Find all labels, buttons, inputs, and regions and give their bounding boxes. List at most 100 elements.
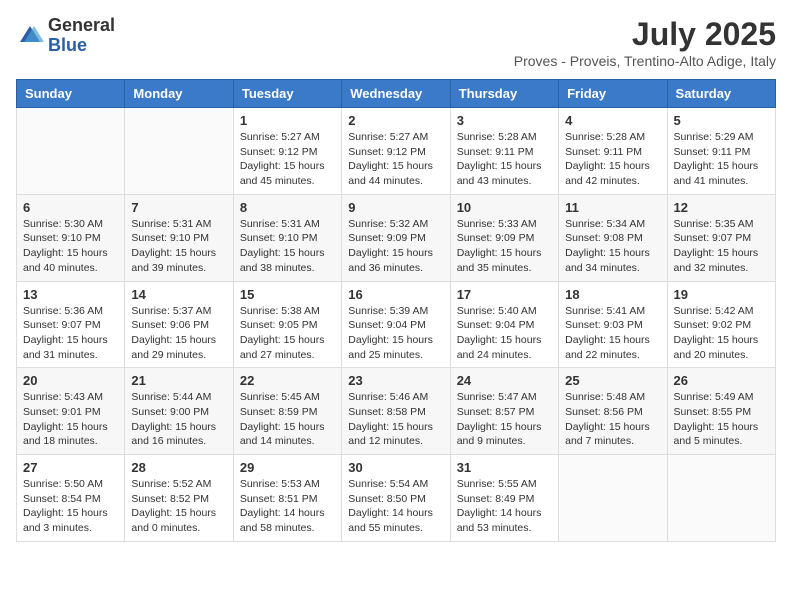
day-number: 6 — [23, 200, 118, 215]
weekday-header-friday: Friday — [559, 80, 667, 108]
day-number: 2 — [348, 113, 443, 128]
calendar-week-row: 20 Sunrise: 5:43 AM Sunset: 9:01 PM Dayli… — [17, 368, 776, 455]
day-number: 26 — [674, 373, 769, 388]
day-number: 1 — [240, 113, 335, 128]
weekday-header-row: SundayMondayTuesdayWednesdayThursdayFrid… — [17, 80, 776, 108]
calendar-cell: 19 Sunrise: 5:42 AM Sunset: 9:02 PM Dayli… — [667, 281, 775, 368]
day-info: Sunrise: 5:27 AM Sunset: 9:12 PM Dayligh… — [240, 130, 335, 189]
calendar-cell: 9 Sunrise: 5:32 AM Sunset: 9:09 PM Daylig… — [342, 194, 450, 281]
day-number: 11 — [565, 200, 660, 215]
calendar-cell: 2 Sunrise: 5:27 AM Sunset: 9:12 PM Daylig… — [342, 108, 450, 195]
day-number: 31 — [457, 460, 552, 475]
title-block: July 2025 Proves - Proveis, Trentino-Alt… — [514, 16, 776, 69]
day-number: 7 — [131, 200, 226, 215]
day-info: Sunrise: 5:43 AM Sunset: 9:01 PM Dayligh… — [23, 390, 118, 449]
day-info: Sunrise: 5:29 AM Sunset: 9:11 PM Dayligh… — [674, 130, 769, 189]
day-info: Sunrise: 5:53 AM Sunset: 8:51 PM Dayligh… — [240, 477, 335, 536]
day-number: 17 — [457, 287, 552, 302]
day-number: 21 — [131, 373, 226, 388]
calendar-cell: 26Sunrise: 5:49 AM Sunset: 8:55 PM Dayli… — [667, 368, 775, 455]
logo-general-text: General — [48, 15, 115, 35]
location-subtitle: Proves - Proveis, Trentino-Alto Adige, I… — [514, 53, 776, 69]
day-number: 13 — [23, 287, 118, 302]
day-number: 12 — [674, 200, 769, 215]
day-info: Sunrise: 5:34 AM Sunset: 9:08 PM Dayligh… — [565, 217, 660, 276]
day-info: Sunrise: 5:42 AM Sunset: 9:02 PM Dayligh… — [674, 304, 769, 363]
weekday-header-monday: Monday — [125, 80, 233, 108]
day-info: Sunrise: 5:35 AM Sunset: 9:07 PM Dayligh… — [674, 217, 769, 276]
calendar-cell: 22Sunrise: 5:45 AM Sunset: 8:59 PM Dayli… — [233, 368, 341, 455]
calendar-cell: 20 Sunrise: 5:43 AM Sunset: 9:01 PM Dayli… — [17, 368, 125, 455]
day-info: Sunrise: 5:38 AM Sunset: 9:05 PM Dayligh… — [240, 304, 335, 363]
day-info: Sunrise: 5:33 AM Sunset: 9:09 PM Dayligh… — [457, 217, 552, 276]
day-number: 23 — [348, 373, 443, 388]
calendar-cell: 23 Sunrise: 5:46 AM Sunset: 8:58 PM Dayli… — [342, 368, 450, 455]
calendar-week-row: 13 Sunrise: 5:36 AM Sunset: 9:07 PM Dayli… — [17, 281, 776, 368]
day-number: 18 — [565, 287, 660, 302]
day-number: 15 — [240, 287, 335, 302]
logo-blue-text: Blue — [48, 35, 87, 55]
calendar-cell: 29 Sunrise: 5:53 AM Sunset: 8:51 PM Dayli… — [233, 455, 341, 542]
calendar-cell: 28 Sunrise: 5:52 AM Sunset: 8:52 PM Dayli… — [125, 455, 233, 542]
day-number: 9 — [348, 200, 443, 215]
day-info: Sunrise: 5:39 AM Sunset: 9:04 PM Dayligh… — [348, 304, 443, 363]
day-info: Sunrise: 5:40 AM Sunset: 9:04 PM Dayligh… — [457, 304, 552, 363]
day-info: Sunrise: 5:47 AM Sunset: 8:57 PM Dayligh… — [457, 390, 552, 449]
day-info: Sunrise: 5:44 AM Sunset: 9:00 PM Dayligh… — [131, 390, 226, 449]
calendar-cell: 10 Sunrise: 5:33 AM Sunset: 9:09 PM Dayli… — [450, 194, 558, 281]
calendar-cell: 24 Sunrise: 5:47 AM Sunset: 8:57 PM Dayli… — [450, 368, 558, 455]
day-number: 3 — [457, 113, 552, 128]
calendar-cell: 14 Sunrise: 5:37 AM Sunset: 9:06 PM Dayli… — [125, 281, 233, 368]
calendar-cell: 25Sunrise: 5:48 AM Sunset: 8:56 PM Dayli… — [559, 368, 667, 455]
calendar-cell: 16 Sunrise: 5:39 AM Sunset: 9:04 PM Dayli… — [342, 281, 450, 368]
day-number: 29 — [240, 460, 335, 475]
day-number: 25 — [565, 373, 660, 388]
calendar-cell: 1 Sunrise: 5:27 AM Sunset: 9:12 PM Daylig… — [233, 108, 341, 195]
weekday-header-wednesday: Wednesday — [342, 80, 450, 108]
day-number: 19 — [674, 287, 769, 302]
day-info: Sunrise: 5:54 AM Sunset: 8:50 PM Dayligh… — [348, 477, 443, 536]
weekday-header-saturday: Saturday — [667, 80, 775, 108]
day-info: Sunrise: 5:50 AM Sunset: 8:54 PM Dayligh… — [23, 477, 118, 536]
calendar-cell: 13 Sunrise: 5:36 AM Sunset: 9:07 PM Dayli… — [17, 281, 125, 368]
weekday-header-thursday: Thursday — [450, 80, 558, 108]
calendar-cell: 15 Sunrise: 5:38 AM Sunset: 9:05 PM Dayli… — [233, 281, 341, 368]
day-number: 27 — [23, 460, 118, 475]
day-number: 24 — [457, 373, 552, 388]
day-number: 16 — [348, 287, 443, 302]
day-info: Sunrise: 5:37 AM Sunset: 9:06 PM Dayligh… — [131, 304, 226, 363]
day-info: Sunrise: 5:55 AM Sunset: 8:49 PM Dayligh… — [457, 477, 552, 536]
calendar-week-row: 1 Sunrise: 5:27 AM Sunset: 9:12 PM Daylig… — [17, 108, 776, 195]
page-header: General Blue July 2025 Proves - Proveis,… — [16, 16, 776, 69]
day-number: 14 — [131, 287, 226, 302]
weekday-header-sunday: Sunday — [17, 80, 125, 108]
day-number: 8 — [240, 200, 335, 215]
calendar-cell: 4Sunrise: 5:28 AM Sunset: 9:11 PM Daylig… — [559, 108, 667, 195]
calendar-week-row: 27 Sunrise: 5:50 AM Sunset: 8:54 PM Dayli… — [17, 455, 776, 542]
logo: General Blue — [16, 16, 115, 56]
calendar-cell: 21 Sunrise: 5:44 AM Sunset: 9:00 PM Dayli… — [125, 368, 233, 455]
day-info: Sunrise: 5:28 AM Sunset: 9:11 PM Dayligh… — [565, 130, 660, 189]
day-number: 28 — [131, 460, 226, 475]
calendar-cell — [125, 108, 233, 195]
day-number: 20 — [23, 373, 118, 388]
calendar-cell — [559, 455, 667, 542]
calendar-cell: 7 Sunrise: 5:31 AM Sunset: 9:10 PM Daylig… — [125, 194, 233, 281]
calendar-cell: 27 Sunrise: 5:50 AM Sunset: 8:54 PM Dayli… — [17, 455, 125, 542]
weekday-header-tuesday: Tuesday — [233, 80, 341, 108]
day-number: 30 — [348, 460, 443, 475]
day-number: 10 — [457, 200, 552, 215]
day-info: Sunrise: 5:52 AM Sunset: 8:52 PM Dayligh… — [131, 477, 226, 536]
day-info: Sunrise: 5:36 AM Sunset: 9:07 PM Dayligh… — [23, 304, 118, 363]
day-info: Sunrise: 5:31 AM Sunset: 9:10 PM Dayligh… — [131, 217, 226, 276]
day-info: Sunrise: 5:32 AM Sunset: 9:09 PM Dayligh… — [348, 217, 443, 276]
day-info: Sunrise: 5:27 AM Sunset: 9:12 PM Dayligh… — [348, 130, 443, 189]
calendar-cell: 3Sunrise: 5:28 AM Sunset: 9:11 PM Daylig… — [450, 108, 558, 195]
calendar-cell — [17, 108, 125, 195]
day-info: Sunrise: 5:46 AM Sunset: 8:58 PM Dayligh… — [348, 390, 443, 449]
calendar-cell: 5Sunrise: 5:29 AM Sunset: 9:11 PM Daylig… — [667, 108, 775, 195]
calendar-cell: 11 Sunrise: 5:34 AM Sunset: 9:08 PM Dayli… — [559, 194, 667, 281]
logo-icon — [16, 22, 44, 50]
calendar-cell: 6Sunrise: 5:30 AM Sunset: 9:10 PM Daylig… — [17, 194, 125, 281]
month-year-title: July 2025 — [514, 16, 776, 53]
